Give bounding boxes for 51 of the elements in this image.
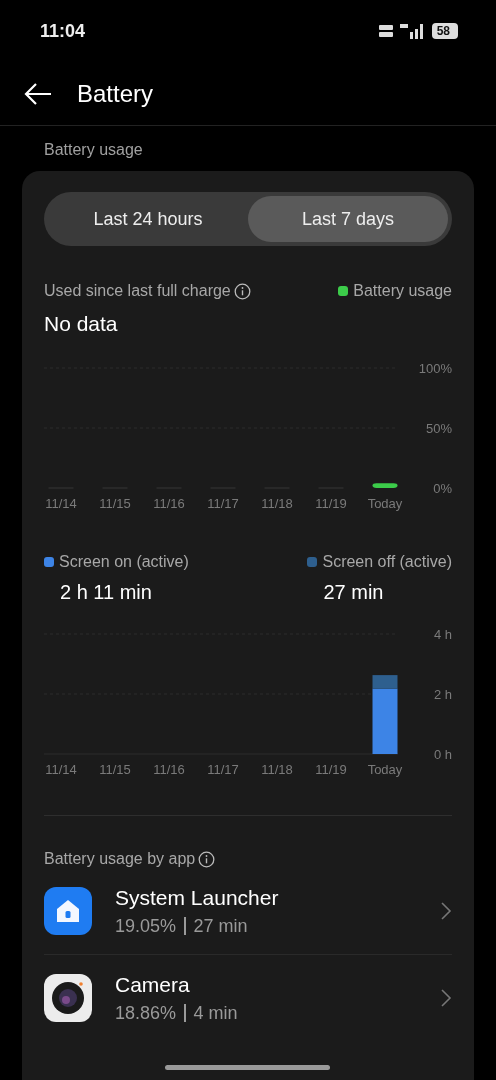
axis-label: 11/19 [315,496,347,511]
axis-label: 2 h [433,687,452,702]
axis-label: 50% [425,421,452,436]
legend-label: Screen off (active) [322,553,452,571]
app-row[interactable]: System Launcher 19.05% 27 min [44,868,452,954]
camera-lens-icon [44,974,92,1022]
page-title: Battery [77,79,154,108]
chart-bar [372,483,398,488]
chevron-right-icon [440,901,452,921]
app-time: 27 min [193,915,248,937]
axis-label: 11/16 [153,496,185,511]
battery-indicator: 58 [431,23,458,39]
axis-label: Today [367,496,403,511]
app-name: Camera [115,972,191,997]
axis-label: 11/14 [45,762,77,777]
section-label: Battery usage [43,140,144,160]
range-tab[interactable]: Last 24 hours [48,196,248,242]
apps-heading: Battery usage by app [44,850,196,868]
axis-label: 11/18 [261,496,293,511]
chart-title: Used since last full charge [44,282,231,300]
screen-time-total: 2 h 11 min [59,581,153,604]
axis-label: 4 h [433,627,452,642]
app-name: System Launcher [115,885,280,910]
app-percent: 19.05% [115,915,177,937]
legend-label: Battery usage [353,282,452,300]
signal-icon [399,23,426,39]
screen-time-total: 27 min [322,581,385,604]
axis-label: 11/17 [207,762,239,777]
info-icon[interactable] [233,282,251,300]
axis-label: 11/19 [315,762,347,777]
range-tab[interactable]: Last 7 days [248,196,448,242]
axis-label: Today [367,762,403,777]
axis-label: 0 h [433,747,452,762]
chevron-right-icon [440,988,452,1008]
usage-summary: No data [44,312,119,336]
app-row[interactable]: Camera 18.86% 4 min [44,954,452,1041]
axis-label: 100% [418,361,452,376]
axis-label: 11/16 [153,762,185,777]
house-icon [44,887,92,935]
axis-label: 11/15 [99,762,131,777]
info-icon[interactable] [198,850,216,868]
axis-label: 11/14 [45,496,77,511]
axis-label: 11/17 [207,496,239,511]
back-arrow-icon[interactable] [23,81,53,106]
axis-label: 0% [433,481,452,496]
axis-label: 11/15 [99,496,131,511]
axis-label: 11/18 [261,762,293,777]
legend-label: Screen on (active) [59,553,189,571]
status-time: 11:04 [40,20,86,42]
app-time: 4 min [193,1002,238,1024]
app-percent: 18.86% [115,1002,177,1024]
